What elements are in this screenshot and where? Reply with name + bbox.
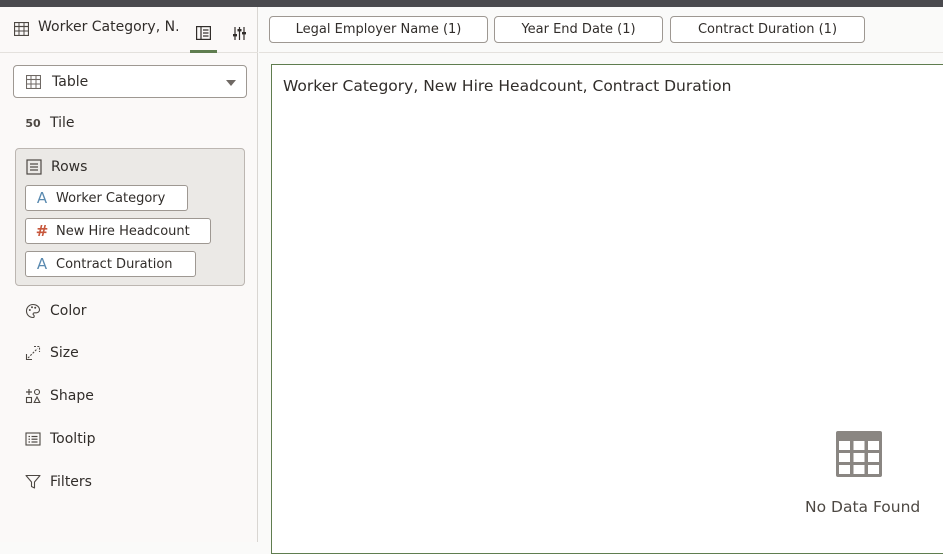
sliders-icon [233, 26, 246, 40]
visualization-title: Worker Category, N... [38, 19, 178, 35]
rows-item-label: Worker Category [56, 190, 166, 206]
tile-icon: 50 [25, 116, 41, 130]
table-icon [26, 75, 41, 89]
rows-item-contract-duration[interactable]: A Contract Duration [25, 251, 196, 277]
filter-year-end-date[interactable]: Year End Date (1) [494, 16, 663, 43]
grammar-color[interactable]: Color [25, 303, 87, 319]
rows-item-new-hire-headcount[interactable]: # New Hire Headcount [25, 218, 211, 244]
no-data-message: No Data Found [805, 498, 921, 516]
top-bar [0, 0, 943, 7]
measure-icon: # [35, 222, 49, 240]
canvas-title: Worker Category, New Hire Headcount, Con… [283, 77, 732, 95]
grammar-shape[interactable]: Shape [25, 388, 94, 404]
grammar-size[interactable]: Size [25, 345, 79, 361]
tab-visualize[interactable] [190, 13, 217, 53]
attribute-icon: A [36, 189, 48, 207]
grammar-shape-label: Shape [50, 388, 94, 404]
shape-icon [25, 388, 41, 404]
size-icon [25, 345, 41, 361]
grid-icon [836, 431, 882, 477]
visualization-canvas[interactable]: Worker Category, New Hire Headcount, Con… [271, 64, 943, 554]
rows-drop-zone[interactable]: Rows A Worker Category # New Hire Headco… [15, 148, 245, 286]
rows-item-label: New Hire Headcount [56, 223, 190, 239]
funnel-icon [25, 474, 41, 489]
filter-bar: Legal Employer Name (1) Year End Date (1… [259, 7, 943, 53]
rows-label: Rows [51, 159, 88, 175]
palette-icon [25, 303, 41, 319]
rows-item-worker-category[interactable]: A Worker Category [25, 185, 188, 211]
tooltip-icon [25, 432, 41, 446]
rows-item-label: Contract Duration [56, 256, 173, 272]
visualization-type-label: Table [52, 74, 89, 90]
grammar-tile[interactable]: 50 Tile [25, 115, 75, 131]
filter-legal-employer-name[interactable]: Legal Employer Name (1) [269, 16, 488, 43]
rows-icon [26, 159, 42, 175]
grammar-tooltip[interactable]: Tooltip [25, 431, 95, 447]
grammar-tile-label: Tile [50, 115, 75, 131]
grammar-panel: Worker Category, N... Table 50 Tile Rows… [0, 7, 258, 542]
table-icon [14, 22, 29, 36]
chevron-down-icon [226, 80, 236, 86]
grammar-filters-label: Filters [50, 474, 92, 490]
attribute-icon: A [36, 255, 48, 273]
filter-contract-duration[interactable]: Contract Duration (1) [670, 16, 865, 43]
grammar-filters[interactable]: Filters [25, 474, 92, 490]
grammar-color-label: Color [50, 303, 87, 319]
tab-properties[interactable] [226, 13, 253, 53]
grammar-tooltip-label: Tooltip [50, 431, 96, 447]
visualization-type-select[interactable]: Table [13, 65, 247, 98]
rows-header: Rows [26, 159, 87, 175]
grammar-size-label: Size [50, 345, 79, 361]
panel-header: Worker Category, N... [0, 7, 258, 53]
layout-panel-icon [196, 26, 211, 40]
